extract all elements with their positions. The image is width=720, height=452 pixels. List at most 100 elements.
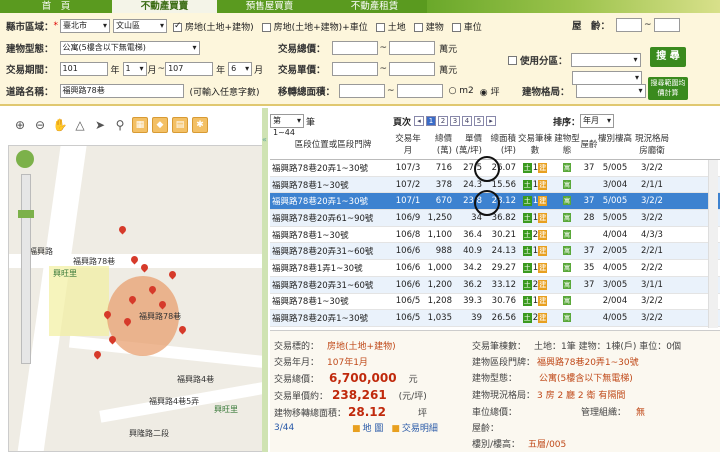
layout-select[interactable] bbox=[575, 84, 646, 98]
type-checkbox-house-land[interactable] bbox=[173, 21, 183, 32]
map-link[interactable]: 地 圖 bbox=[363, 424, 384, 434]
age-max-input[interactable] bbox=[653, 18, 680, 32]
county-label: 縣市區域： bbox=[6, 22, 54, 33]
col-header[interactable]: 樓別樓高 bbox=[598, 132, 632, 159]
col-header[interactable]: 交易年月 bbox=[394, 132, 422, 159]
table-row[interactable]: 福興路78巷20弄31~60號 106/6 988 40.9 24.13 土 1建寓 37 2/… bbox=[270, 243, 720, 261]
detail-link[interactable]: 交易明細 bbox=[402, 424, 438, 434]
map-pin[interactable] bbox=[167, 269, 178, 280]
area-min[interactable] bbox=[339, 84, 386, 98]
count-part: 土 bbox=[522, 212, 532, 223]
unit-m2-radio[interactable]: m2 bbox=[459, 86, 474, 96]
tab-rental[interactable]: 不動產租賃 bbox=[322, 0, 427, 13]
prev-page-icon[interactable]: ◂ bbox=[414, 116, 425, 126]
unit-ping-radio[interactable]: 坪 bbox=[491, 88, 500, 98]
map-label: 興旺里 bbox=[53, 269, 77, 278]
count-part: 建 bbox=[538, 262, 548, 273]
col-header[interactable]: 建物型態 bbox=[554, 132, 580, 159]
table-row[interactable]: 福興路78巷1弄1~30號 106/6 1,000 34.2 29.27 土 1建寓 35 4/… bbox=[270, 260, 720, 277]
total-price-min[interactable] bbox=[331, 41, 378, 55]
grid-icon[interactable]: ▦ bbox=[132, 117, 148, 133]
pan-hand-icon[interactable]: ✋ bbox=[52, 117, 68, 133]
measure-triangle-icon[interactable]: △ bbox=[72, 117, 88, 133]
road-input[interactable]: 福興路78巷 bbox=[59, 84, 184, 98]
table-row[interactable]: 福興路78巷20弄31~60號 106/6 1,200 36.2 33.12 土 2建寓 37… bbox=[270, 276, 720, 294]
next-page-icon[interactable]: ▸ bbox=[486, 116, 497, 126]
type-checkbox-house-parking[interactable] bbox=[261, 22, 271, 32]
end-year-input[interactable]: 107 bbox=[165, 62, 214, 76]
table-scrollbar[interactable] bbox=[708, 160, 718, 328]
type-checkbox-land[interactable] bbox=[375, 22, 385, 32]
detail-unit-price: 238,261 bbox=[332, 388, 387, 402]
zoom-in-icon[interactable]: ⊕ bbox=[12, 117, 28, 133]
detail-label: 車位總價： bbox=[472, 408, 518, 418]
search-button[interactable]: 搜 尋 bbox=[650, 47, 686, 67]
page-4[interactable]: 4 bbox=[462, 116, 473, 126]
sort-select[interactable]: 年月 bbox=[580, 114, 615, 128]
unit-price-max[interactable] bbox=[389, 62, 436, 76]
type-checkbox-building[interactable] bbox=[413, 22, 423, 32]
use-zone-checkbox[interactable] bbox=[508, 55, 517, 65]
count-part: 建 bbox=[538, 162, 548, 173]
cell-area: 26.56 bbox=[491, 313, 516, 324]
cell-address: 福興路78巷20弄1~30號 bbox=[272, 314, 368, 325]
select-arrow-icon[interactable]: ➤ bbox=[92, 117, 108, 133]
collapse-arrow-icon[interactable]: « bbox=[262, 135, 268, 144]
district-select[interactable]: 文山區 bbox=[113, 19, 168, 33]
locate-icon[interactable]: ⚲ bbox=[112, 117, 128, 133]
table-row[interactable]: 福興路78巷20弄1~30號 106/5 1,035 39 26.56 土 2建寓 4/005… bbox=[270, 310, 720, 327]
marker-icon[interactable]: ◆ bbox=[152, 117, 168, 133]
zoom-slider[interactable] bbox=[21, 174, 31, 364]
area-max[interactable] bbox=[396, 84, 443, 98]
total-price-max[interactable] bbox=[389, 41, 436, 55]
page-1[interactable]: 1 bbox=[426, 116, 437, 126]
panel-divider[interactable] bbox=[262, 108, 268, 452]
range-select[interactable]: 第 1~44 bbox=[270, 114, 304, 137]
page-3[interactable]: 3 bbox=[450, 116, 461, 126]
tab-real-estate-sales[interactable]: 不動產買賣 bbox=[112, 0, 217, 13]
map-pin[interactable] bbox=[92, 349, 103, 360]
type-label: 房地(土地+建物) bbox=[185, 22, 254, 33]
tab-presale[interactable]: 預售屋買賣 bbox=[217, 0, 322, 13]
table-row[interactable]: 福興路78巷1~30號 106/8 1,100 36.4 30.21 土 2建寓 4/004 4… bbox=[270, 227, 720, 244]
map-pin[interactable] bbox=[177, 324, 188, 335]
col-header[interactable]: 總面積(坪) bbox=[482, 132, 516, 159]
col-header[interactable]: 交易筆棟數 bbox=[516, 132, 554, 159]
age-min-input[interactable] bbox=[616, 18, 643, 32]
start-year-input[interactable]: 101 bbox=[59, 62, 108, 76]
cell-unit-price: 36.4 bbox=[463, 229, 482, 240]
county-select[interactable]: 臺北市 bbox=[60, 19, 111, 33]
col-header[interactable]: 現況格局房廳衛 bbox=[632, 132, 672, 159]
type-label: 車位 bbox=[463, 22, 482, 33]
pan-control-icon[interactable] bbox=[16, 150, 34, 168]
col-header[interactable]: 區段位置或區段門牌 bbox=[270, 132, 394, 159]
start-month-select[interactable]: 1 bbox=[122, 62, 147, 76]
cell-count: 土 1建 bbox=[516, 179, 554, 190]
table-row[interactable]: 福興路78巷1~30號 106/5 1,208 39.3 30.76 土 1建寓 2/004 3… bbox=[270, 294, 720, 311]
type-checkbox-parking[interactable] bbox=[451, 22, 461, 32]
clear-icon[interactable]: ▤ bbox=[172, 117, 188, 133]
tab-home[interactable]: 首 頁 bbox=[0, 0, 112, 13]
cell-floor: 3/004 bbox=[602, 179, 628, 190]
detail-label: 交易單價約： bbox=[274, 392, 329, 402]
zoom-out-icon[interactable]: ⊖ bbox=[32, 117, 48, 133]
col-header[interactable]: 單價(萬/坪) bbox=[452, 132, 483, 159]
end-month-select[interactable]: 6 bbox=[228, 62, 253, 76]
cell-count: 土 2建 bbox=[516, 279, 554, 290]
page-5[interactable]: 5 bbox=[474, 116, 485, 126]
cell-address: 福興路78巷1~30號 bbox=[272, 180, 349, 191]
cell-layout: 3/2/2 bbox=[641, 162, 663, 173]
use-zone-select[interactable] bbox=[570, 53, 641, 67]
layers-icon[interactable]: ✱ bbox=[192, 117, 208, 133]
map-pin[interactable] bbox=[117, 224, 128, 235]
zoom-handle[interactable] bbox=[18, 210, 34, 218]
page-2[interactable]: 2 bbox=[438, 116, 449, 126]
cell-total: 378 bbox=[435, 179, 452, 190]
range-average-button[interactable]: 搜尋範圍均價計算 bbox=[648, 77, 688, 100]
col-header[interactable]: 總價(萬) bbox=[422, 132, 452, 159]
col-header[interactable]: 屋齡 bbox=[580, 132, 598, 159]
annotation-circle bbox=[474, 190, 500, 216]
map-view[interactable]: 福興路 福興路78巷 興旺里 福興路78巷 福興路4巷 福興路4巷5弄 興旺里 … bbox=[8, 145, 266, 452]
building-type-select[interactable]: 公寓(5樓含以下無電梯) bbox=[59, 41, 200, 55]
unit-price-min[interactable] bbox=[331, 62, 378, 76]
